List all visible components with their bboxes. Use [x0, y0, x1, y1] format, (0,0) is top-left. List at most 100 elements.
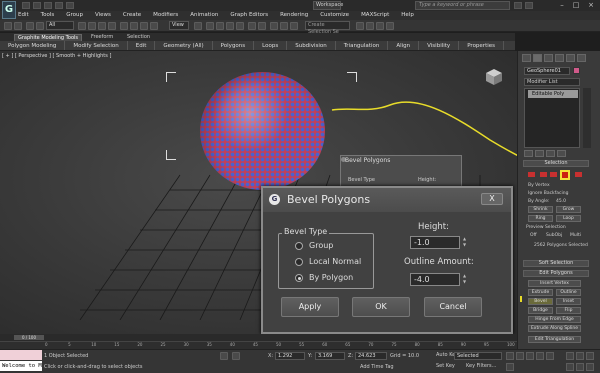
outline-button[interactable]: Outline	[556, 289, 581, 296]
extrude-button[interactable]: Extrude	[528, 289, 553, 296]
new-file-icon[interactable]	[22, 2, 30, 9]
by-angle-value[interactable]: 45.0	[556, 199, 566, 204]
show-end-result-icon[interactable]	[535, 150, 544, 157]
panel-polygons[interactable]: Polygons	[213, 41, 255, 50]
menu-rendering[interactable]: Rendering	[280, 11, 308, 20]
select-by-name-icon[interactable]	[88, 22, 96, 30]
ignore-backfacing-checkbox[interactable]: Ignore Backfacing	[528, 191, 568, 196]
search-icon[interactable]	[514, 2, 522, 9]
help-icon[interactable]	[525, 2, 533, 9]
radio-local-normal-label[interactable]: Local Normal	[309, 257, 361, 266]
apply-button[interactable]: Apply	[281, 297, 339, 317]
maxscript-output[interactable]: Welcome to M	[0, 361, 42, 371]
height-spinner-icon[interactable]: ▲ ▼	[462, 236, 467, 249]
curve-editor-icon[interactable]	[280, 22, 288, 30]
zoom-icon[interactable]	[566, 352, 574, 360]
scale-icon[interactable]	[140, 22, 148, 30]
create-tab-icon[interactable]	[522, 54, 531, 62]
panel-subdivision[interactable]: Subdivision	[287, 41, 336, 50]
orbit-icon[interactable]	[586, 352, 594, 360]
border-mode-icon[interactable]	[550, 172, 557, 177]
key-mode-icon[interactable]	[506, 363, 514, 371]
hinge-from-edge-button[interactable]: Hinge From Edge	[528, 316, 581, 323]
add-time-tag[interactable]: Add Time Tag	[360, 364, 394, 370]
pin-stack-icon[interactable]	[524, 150, 533, 157]
outline-spinner-icon[interactable]: ▲ ▼	[462, 273, 467, 286]
soft-selection-rollout[interactable]: Soft Selection	[523, 260, 589, 267]
bridge-button[interactable]: Bridge	[528, 307, 553, 314]
extrude-along-spline-button[interactable]: Extrude Along Spline	[528, 325, 581, 332]
stack-scrollbar[interactable]	[583, 88, 591, 148]
rotate-icon[interactable]	[130, 22, 138, 30]
minimize-button[interactable]: –	[556, 1, 568, 10]
pivot-icon[interactable]	[194, 22, 202, 30]
app-logo-icon[interactable]: G	[2, 1, 16, 19]
close-window-button[interactable]: ×	[585, 1, 597, 10]
grow-button[interactable]: Grow	[556, 206, 581, 213]
edit-triangulation-button[interactable]: Edit Triangulation	[528, 336, 581, 343]
material-editor-icon[interactable]	[356, 22, 364, 30]
snap-icon[interactable]	[206, 22, 214, 30]
radio-group[interactable]	[295, 242, 303, 250]
time-slider-track[interactable]	[0, 334, 517, 341]
dialog-close-button[interactable]: X	[481, 193, 503, 205]
object-color-swatch[interactable]	[573, 67, 580, 74]
select-object-icon[interactable]	[78, 22, 86, 30]
modify-tab-icon[interactable]	[533, 54, 542, 62]
by-vertex-checkbox[interactable]: By Vertex	[528, 183, 550, 188]
menu-animation[interactable]: Animation	[190, 11, 218, 20]
element-mode-icon[interactable]	[575, 172, 582, 177]
radio-group-label[interactable]: Group	[309, 241, 333, 250]
preview-multi-radio[interactable]: Multi	[570, 233, 581, 238]
viewcube-icon[interactable]	[484, 67, 504, 87]
time-slider[interactable]: 0 / 100	[14, 335, 44, 340]
redo-icon[interactable]	[66, 2, 74, 9]
panel-edit[interactable]: Edit	[128, 41, 156, 50]
viewport-label[interactable]: [ + ] [ Perspective ] [ Smooth + Highlig…	[2, 53, 111, 59]
motion-tab-icon[interactable]	[555, 54, 564, 62]
object-name-input[interactable]: GeoSphere01	[524, 67, 570, 75]
cancel-button[interactable]: Cancel	[424, 297, 482, 317]
spinner-snap-icon[interactable]	[236, 22, 244, 30]
undo-tool-icon[interactable]	[4, 22, 12, 30]
field-of-view-icon[interactable]	[566, 363, 574, 371]
maximize-viewport-icon[interactable]	[586, 363, 594, 371]
preview-subobj-radio[interactable]: SubObj	[546, 233, 562, 238]
save-file-icon[interactable]	[44, 2, 52, 9]
unlink-icon[interactable]	[36, 22, 44, 30]
height-input[interactable]: -1.0	[410, 236, 460, 249]
key-filters-button[interactable]: Key Filters...	[466, 363, 496, 369]
panel-align[interactable]: Align	[388, 41, 420, 50]
hierarchy-tab-icon[interactable]	[544, 54, 553, 62]
remove-modifier-icon[interactable]	[557, 150, 566, 157]
align-icon[interactable]	[258, 22, 266, 30]
maxscript-listener-input[interactable]	[0, 350, 42, 360]
radio-by-polygon[interactable]	[295, 274, 303, 282]
next-frame-icon[interactable]	[536, 352, 544, 360]
panel-polygon-modeling[interactable]: Polygon Modeling	[0, 41, 66, 50]
layer-icon[interactable]	[270, 22, 278, 30]
menu-views[interactable]: Views	[95, 11, 111, 20]
search-input[interactable]: Type a keyword or phrase	[415, 1, 510, 10]
modifier-list-select[interactable]: Modifier List	[524, 78, 580, 86]
window-crossing-icon[interactable]	[108, 22, 116, 30]
edge-mode-icon[interactable]	[540, 172, 547, 177]
menu-help[interactable]: Help	[401, 11, 414, 20]
go-to-start-icon[interactable]	[506, 352, 514, 360]
play-icon[interactable]	[526, 352, 534, 360]
menu-modifiers[interactable]: Modifiers	[153, 11, 178, 20]
preview-off-radio[interactable]: Off	[530, 233, 537, 238]
workspace-select[interactable]: Workspace	[313, 1, 343, 10]
menu-create[interactable]: Create	[123, 11, 141, 20]
inset-button[interactable]: Inset	[556, 298, 581, 305]
panel-geometry-all[interactable]: Geometry (All)	[155, 41, 213, 50]
polygon-mode-icon[interactable]	[560, 170, 570, 180]
radio-by-polygon-label[interactable]: By Polygon	[309, 273, 353, 282]
render-setup-icon[interactable]	[366, 22, 374, 30]
percent-snap-icon[interactable]	[226, 22, 234, 30]
menu-tools[interactable]: Tools	[41, 11, 55, 20]
link-icon[interactable]	[26, 22, 34, 30]
go-to-end-icon[interactable]	[546, 352, 554, 360]
flip-button[interactable]: Flip	[556, 307, 581, 314]
prev-frame-icon[interactable]	[516, 352, 524, 360]
